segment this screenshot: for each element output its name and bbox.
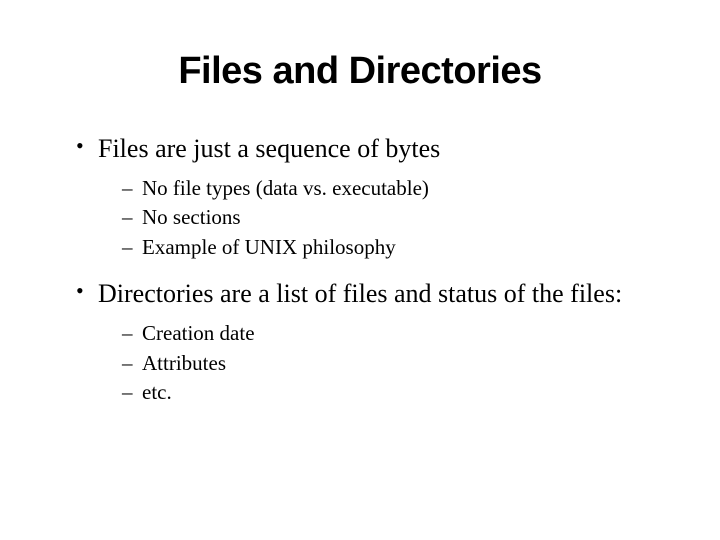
sub-item: No sections xyxy=(98,203,660,232)
main-list: Files are just a sequence of bytes No fi… xyxy=(60,131,660,408)
sub-item: Attributes xyxy=(98,349,660,378)
bullet-text: Files are just a sequence of bytes xyxy=(98,134,440,163)
sub-item: Example of UNIX philosophy xyxy=(98,233,660,262)
sub-list: Creation date Attributes etc. xyxy=(98,319,660,407)
bullet-item: Files are just a sequence of bytes No fi… xyxy=(70,131,660,262)
sub-item: etc. xyxy=(98,378,660,407)
bullet-text: Directories are a list of files and stat… xyxy=(98,279,622,308)
sub-item: No file types (data vs. executable) xyxy=(98,174,660,203)
slide-title: Files and Directories xyxy=(60,50,660,93)
sub-list: No file types (data vs. executable) No s… xyxy=(98,174,660,262)
sub-item: Creation date xyxy=(98,319,660,348)
bullet-item: Directories are a list of files and stat… xyxy=(70,276,660,407)
